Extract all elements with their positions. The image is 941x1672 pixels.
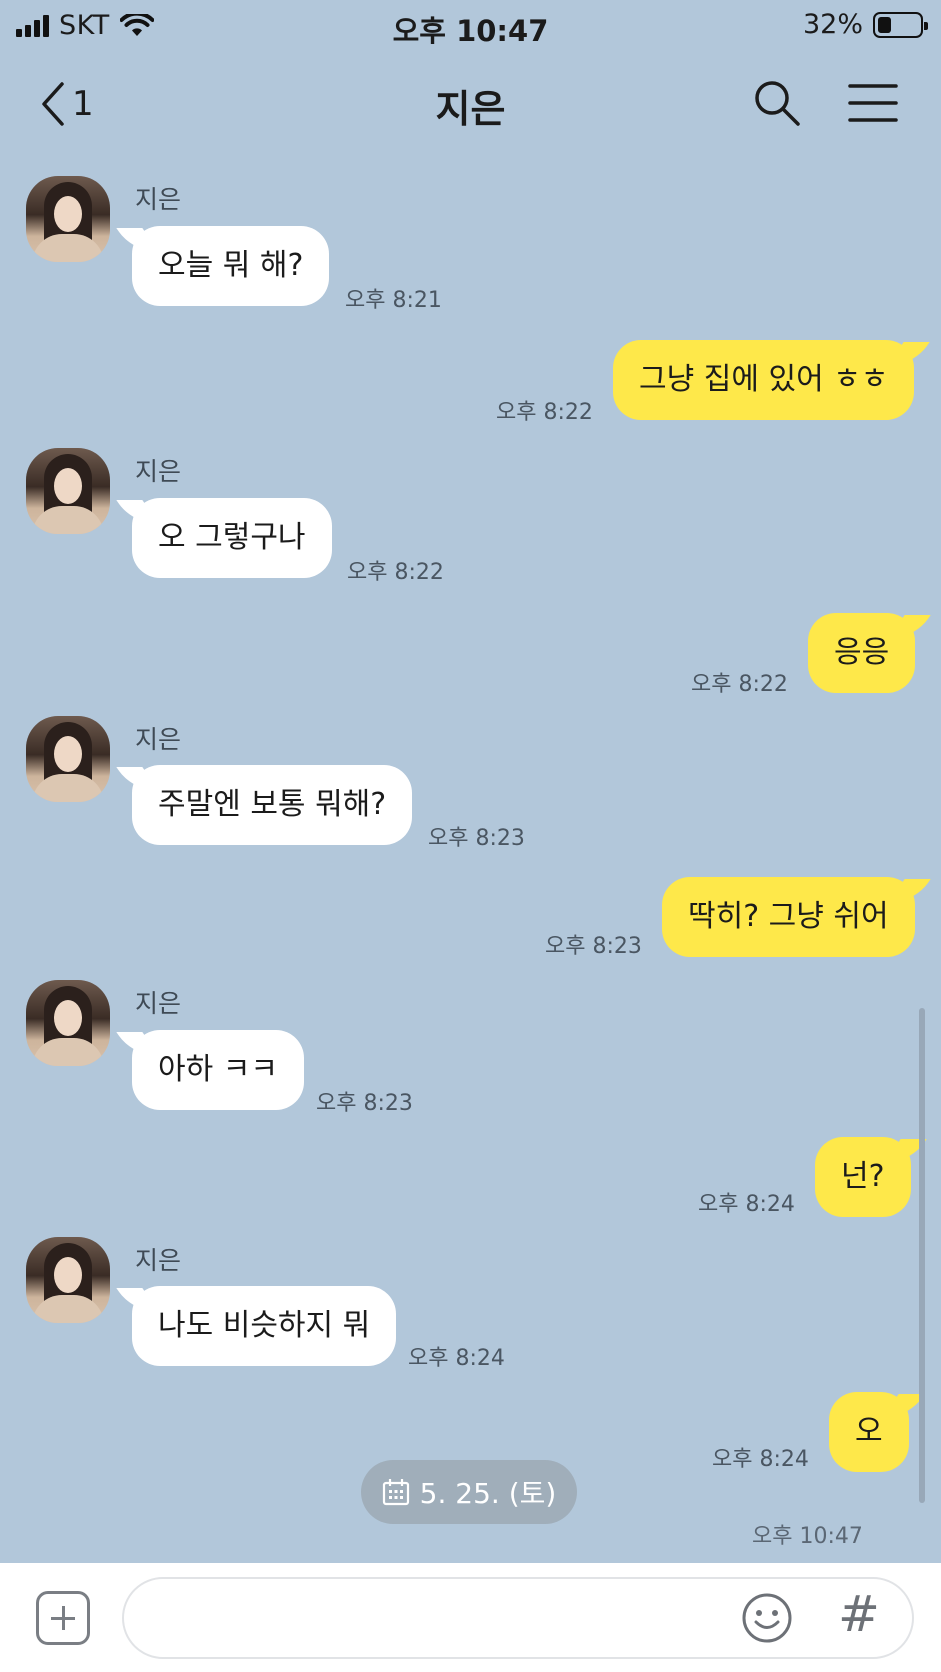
message-time: 오후 8:21 (345, 288, 442, 313)
message-bubble-incoming[interactable]: 아하 ㅋㅋ (132, 1030, 304, 1110)
avatar[interactable] (26, 448, 110, 534)
message-bubble-outgoing[interactable]: 그냥 집에 있어 ㅎㅎ (613, 340, 915, 420)
battery-percent: 32% (802, 9, 863, 40)
message-bubble-incoming[interactable]: 오늘 뭐 해? (132, 226, 330, 306)
plus-icon[interactable] (36, 1591, 90, 1645)
chat-screen: SKT 오후 10:47 32% 1 지은 지은 오늘 뭐 해? 오후 8:21… (0, 0, 941, 1672)
message-time: 오후 8:23 (545, 934, 642, 959)
message-bubble-incoming[interactable]: 오 그렇구나 (132, 498, 332, 578)
avatar[interactable] (26, 980, 110, 1066)
sender-name: 지은 (135, 185, 182, 214)
sender-name: 지은 (135, 1246, 182, 1275)
avatar[interactable] (26, 1237, 110, 1323)
message-bubble-outgoing[interactable]: 넌? (815, 1137, 911, 1217)
search-icon[interactable] (752, 78, 802, 128)
message-time: 오후 8:24 (408, 1346, 505, 1371)
message-time: 오후 8:22 (496, 400, 593, 425)
message-input[interactable] (122, 1577, 914, 1659)
message-bubble-incoming[interactable]: 나도 비슷하지 뭐 (132, 1286, 397, 1366)
last-read-time: 오후 10:47 (752, 1524, 863, 1549)
input-bar: # (0, 1563, 941, 1672)
hashtag-button[interactable]: # (838, 1585, 880, 1643)
message-bubble-outgoing[interactable]: 오 (829, 1392, 909, 1472)
message-time: 오후 8:24 (698, 1192, 795, 1217)
avatar[interactable] (26, 176, 110, 262)
status-clock: 오후 10:47 (392, 14, 549, 48)
calendar-icon (382, 1479, 409, 1506)
date-pill[interactable]: 5. 25. (토) (361, 1460, 577, 1524)
date-label: 5. 25. (토) (419, 1477, 557, 1510)
menu-icon[interactable] (848, 82, 898, 124)
message-time: 오후 8:22 (691, 672, 788, 697)
message-time: 오후 8:23 (428, 826, 525, 851)
scrollbar[interactable] (919, 1008, 925, 1503)
battery-icon (873, 11, 928, 38)
status-right: 32% (802, 9, 928, 40)
message-time: 오후 8:22 (347, 560, 444, 585)
message-bubble-outgoing[interactable]: 딱히? 그냥 쉬어 (662, 877, 915, 957)
emoji-icon[interactable] (740, 1591, 794, 1645)
message-bubble-outgoing[interactable]: 응응 (808, 613, 916, 693)
status-bar: SKT 오후 10:47 32% (0, 0, 941, 52)
message-time: 오후 8:23 (316, 1091, 413, 1116)
chat-header: 1 지은 (0, 60, 941, 150)
sender-name: 지은 (135, 989, 182, 1018)
sender-name: 지은 (135, 725, 182, 754)
avatar[interactable] (26, 716, 110, 802)
message-bubble-incoming[interactable]: 주말엔 보통 뭐해? (132, 765, 413, 845)
sender-name: 지은 (135, 457, 182, 486)
message-time: 오후 8:24 (712, 1447, 809, 1472)
